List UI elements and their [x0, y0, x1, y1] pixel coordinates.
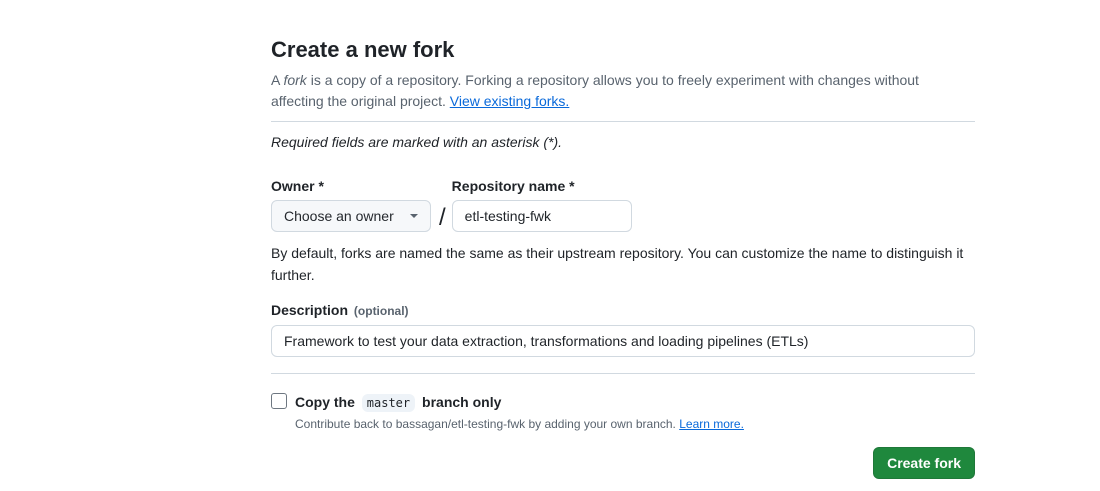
description-label-text: Description: [271, 302, 349, 318]
form-footer: Create fork: [271, 447, 975, 479]
view-existing-forks-link[interactable]: View existing forks.: [450, 93, 570, 109]
copy-branch-description: Contribute back to bassagan/etl-testing-…: [295, 415, 744, 433]
description-optional-tag: (optional): [353, 304, 409, 318]
copy-branch-option: Copy the master branch only Contribute b…: [271, 392, 975, 433]
repo-name-help-text: By default, forks are named the same as …: [271, 245, 964, 283]
caret-down-icon: [410, 214, 418, 218]
intro-fork-word: fork: [283, 72, 307, 88]
owner-label: Owner *: [271, 178, 324, 194]
copy-label-suffix: branch only: [422, 394, 502, 410]
owner-repo-row: Owner * Choose an owner / Repository nam…: [271, 176, 975, 234]
intro-middle: is a copy of a repository. Forking a rep…: [271, 72, 919, 109]
description-field-group: Description (optional): [271, 300, 975, 357]
copy-branch-text: Copy the master branch only Contribute b…: [295, 392, 744, 433]
owner-field-group: Owner * Choose an owner: [271, 176, 431, 232]
owner-select[interactable]: Choose an owner: [271, 200, 431, 232]
repo-name-field-group: Repository name *: [451, 176, 632, 232]
copy-sub-text: Contribute back to bassagan/etl-testing-…: [295, 417, 680, 431]
copy-branch-label[interactable]: Copy the master branch only: [295, 392, 744, 413]
section-divider: [271, 373, 975, 374]
learn-more-link[interactable]: Learn more.: [679, 417, 744, 431]
header-divider: [271, 121, 975, 122]
page-title: Create a new fork: [271, 37, 455, 62]
intro-prefix: A: [271, 72, 284, 88]
required-fields-note: Required fields are marked with an aster…: [271, 134, 563, 150]
owner-repo-separator: /: [439, 204, 446, 231]
owner-select-value: Choose an owner: [284, 208, 394, 224]
copy-branch-checkbox[interactable]: [271, 393, 287, 409]
branch-name-code: master: [361, 394, 416, 412]
create-fork-button[interactable]: Create fork: [873, 447, 975, 479]
copy-label-prefix: Copy the: [295, 394, 355, 410]
intro-text: A fork is a copy of a repository. Forkin…: [271, 70, 975, 112]
description-label: Description (optional): [271, 300, 975, 321]
repo-name-input[interactable]: [451, 200, 632, 232]
description-input[interactable]: [271, 325, 975, 357]
repo-name-label: Repository name *: [451, 178, 575, 194]
fork-form-container: Create a new fork A fork is a copy of a …: [271, 36, 975, 479]
fork-page: Create a new fork A fork is a copy of a …: [0, 0, 1100, 491]
